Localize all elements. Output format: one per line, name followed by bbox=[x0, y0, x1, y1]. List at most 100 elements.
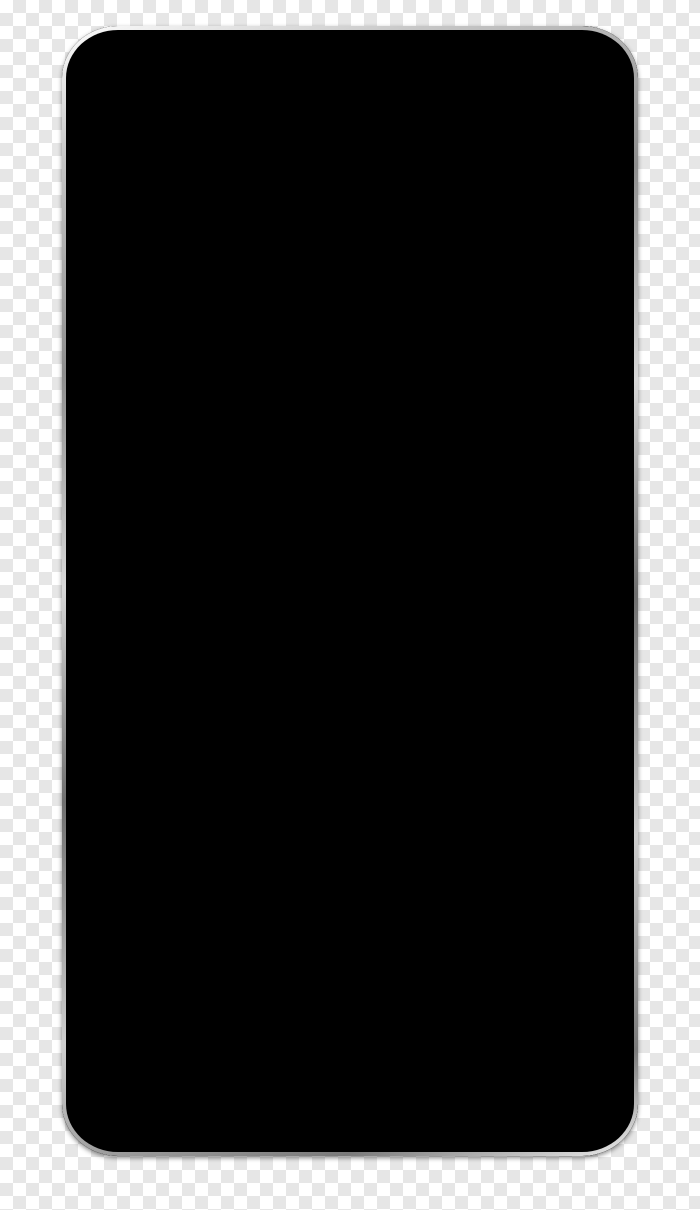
code-text: for bbox=[190, 858, 239, 879]
lg-home-icon bbox=[267, 991, 295, 1019]
code-text: <? bbox=[83, 211, 103, 231]
code-text: -8' bbox=[414, 211, 444, 231]
code-line: H/W Test. bbox=[83, 772, 620, 794]
code-text: < bbox=[83, 362, 93, 383]
code-text: Default bbox=[83, 556, 161, 577]
alarm-icon bbox=[486, 116, 511, 146]
misspelled-word: Support bbox=[121, 945, 191, 966]
text-editor-app-icon: R bbox=[88, 158, 128, 198]
battery-percent-label: 72 bbox=[591, 123, 607, 139]
code-line: <three_button data="true" /> bbox=[83, 708, 620, 730]
code-line: configuration depend on specific model bbox=[83, 319, 620, 341]
misspelled-word: lgEffectWithCustom bbox=[248, 556, 425, 577]
status-bar[interactable]: 759B/s sáb 8:17 PM 72 bbox=[74, 110, 626, 152]
code-text: . bbox=[434, 967, 444, 969]
misspelled-word: Pich bbox=[238, 858, 279, 879]
code-text: : bbox=[141, 664, 171, 685]
misspelled-word: type bbox=[248, 642, 289, 663]
misspelled-word: Three bbox=[365, 664, 415, 685]
page-title: com.lge.music.xml bbox=[141, 162, 359, 193]
misspelled-word: xml bbox=[102, 211, 132, 231]
code-text: <!-- bbox=[83, 945, 123, 966]
misspelled-word: memory bbox=[317, 967, 376, 969]
misspelled-word: Enable bbox=[121, 750, 181, 771]
code-line: Default value is debug--> bbox=[83, 427, 620, 449]
code-line: <!--Support for ID3TAG Editor. bbox=[83, 945, 620, 967]
code-text: , bbox=[199, 513, 220, 534]
code-text: < bbox=[83, 448, 93, 469]
app-title-bar: R com.lge.music.xml bbox=[74, 152, 626, 204]
text-editor-area[interactable]: <?xml version='1.0' encoding='utf-8' stan… bbox=[74, 207, 626, 969]
misspelled-word: low bbox=[278, 967, 308, 969]
misspelled-word: debug bbox=[248, 448, 298, 469]
code-line: Parms: dolby, virtualSurround, lgEffect, bbox=[83, 513, 620, 535]
misspelled-word: value bbox=[160, 556, 210, 577]
code-text: , bbox=[462, 513, 473, 534]
misspelled-word: dolbyExceptCustom bbox=[83, 534, 249, 555]
code-text: <!-- bbox=[83, 750, 123, 771]
back-button[interactable] bbox=[520, 981, 594, 1027]
menu-button[interactable] bbox=[106, 981, 180, 1027]
phone-screen: 759B/s sáb 8:17 PM 72 R com.lge.music.xm… bbox=[74, 110, 626, 1038]
misspelled-word: button bbox=[180, 642, 239, 663]
lg-wordmark: LG bbox=[352, 1061, 395, 1096]
misspelled-word: Level bbox=[258, 383, 308, 404]
code-line: Default value is lgEffectWithCustom--> bbox=[83, 557, 620, 579]
phone-device: 759B/s sáb 8:17 PM 72 R com.lge.music.xm… bbox=[62, 26, 638, 1156]
code-text: > bbox=[268, 362, 278, 383]
code-text: =' bbox=[365, 211, 386, 231]
misspelled-word: Button bbox=[219, 621, 278, 642]
code-line: Default value is false--> bbox=[83, 880, 620, 902]
misspelled-word: on bbox=[287, 318, 308, 339]
code-text: Zoom. bbox=[277, 858, 337, 879]
phone-chin: LG bbox=[62, 1038, 638, 1156]
back-arrow-icon bbox=[545, 995, 572, 1016]
xml-source-text[interactable]: <?xml version='1.0' encoding='utf-8' stan… bbox=[83, 211, 620, 969]
code-text: Default bbox=[83, 794, 161, 815]
code-text: Default bbox=[83, 426, 161, 447]
android-navigation-bar bbox=[74, 970, 626, 1038]
misspelled-word: Parms bbox=[83, 405, 132, 426]
misspelled-word: value bbox=[160, 426, 210, 447]
signal-icon bbox=[552, 119, 576, 144]
code-text: <!-- bbox=[83, 858, 123, 879]
code-line: <!--Selection Button Type : Change optio… bbox=[83, 621, 620, 643]
misspelled-word: debug bbox=[248, 426, 298, 447]
code-line: Not support in low memory model. bbox=[83, 967, 620, 969]
code-text: : bbox=[131, 513, 152, 534]
misspelled-word: button bbox=[229, 664, 288, 685]
recent-apps-button[interactable] bbox=[382, 981, 456, 1027]
home-button[interactable] bbox=[244, 981, 318, 1027]
misspelled-word: info bbox=[219, 405, 259, 426]
misspelled-word: support bbox=[171, 967, 240, 969]
lg-logo-mark bbox=[305, 1060, 344, 1098]
misspelled-word: virtualSurround bbox=[219, 513, 366, 534]
network-speed-indicator: 759B/s bbox=[87, 119, 148, 142]
misspelled-word: encoding bbox=[287, 211, 366, 231]
code-text: < bbox=[83, 815, 93, 836]
code-text: or bbox=[248, 534, 288, 555]
misspelled-word: model bbox=[385, 967, 434, 969]
misspelled-word: is bbox=[219, 556, 239, 577]
code-text: <!-- bbox=[83, 275, 123, 296]
code-text: H/W Test. bbox=[83, 772, 171, 793]
code-text: data="true" /> bbox=[209, 707, 356, 728]
